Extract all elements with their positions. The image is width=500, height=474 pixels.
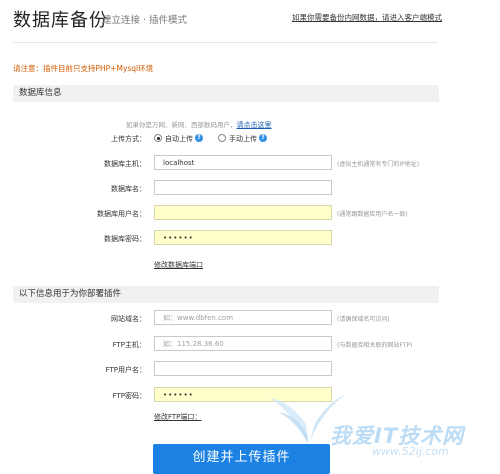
db-user-input[interactable]: [154, 205, 332, 220]
db-name-label: 数据库名：: [111, 185, 146, 193]
auto-upload-label[interactable]: 自动上传: [165, 134, 193, 144]
page-title: 数据库备份: [13, 10, 108, 31]
manual-upload-help-icon[interactable]: ?: [259, 134, 267, 142]
db-password-label: 数据库密码：: [104, 235, 146, 243]
db-user-label: 数据库用户名：: [97, 210, 146, 218]
ftp-host-input[interactable]: [154, 336, 332, 351]
edit-ftp-port-link[interactable]: 修改FTP端口：: [154, 412, 201, 422]
auto-upload-radio[interactable]: [154, 134, 162, 142]
db-hint-link[interactable]: 请点击这里: [237, 121, 272, 129]
db-hint: 如果你是万网、新网、西部数码用户，请点击这里: [126, 112, 272, 131]
ftp-user-label: FTP用户名：: [105, 366, 146, 374]
upload-mode-label: 上传方式：: [111, 135, 146, 143]
site-domain-input[interactable]: [154, 310, 332, 325]
manual-upload-radio[interactable]: [218, 134, 226, 142]
upload-mode-group: 自动上传 ? 手动上传 ?: [154, 134, 354, 144]
site-domain-label: 网站域名：: [111, 315, 146, 323]
page-subtitle: 建立连接 · 插件模式: [102, 15, 188, 26]
ftp-user-input[interactable]: [154, 361, 332, 376]
watermark-url: www.52ij.com: [372, 445, 449, 458]
db-host-label: 数据库主机：: [104, 160, 146, 168]
db-password-input[interactable]: [154, 230, 332, 245]
ftp-host-label: FTP主机：: [112, 341, 146, 349]
header-divider: [13, 42, 438, 43]
db-host-note: (虚拟主机通常有专门的IP地址): [337, 161, 420, 168]
manual-upload-label[interactable]: 手动上传: [229, 134, 257, 144]
environment-notice: 请注意：插件目前只支持PHP+Mysql环境: [13, 64, 154, 73]
auto-upload-help-icon[interactable]: ?: [195, 134, 203, 142]
db-hint-text: 如果你是万网、新网、西部数码用户，: [126, 121, 237, 129]
db-section-header: 数据库信息: [13, 85, 439, 102]
client-mode-link[interactable]: 如果你需要备份内网数据，请进入客户端模式: [292, 12, 442, 23]
edit-db-port-link[interactable]: 修改数据库端口: [154, 260, 203, 270]
db-host-input[interactable]: [154, 155, 332, 170]
ftp-password-label: FTP密码：: [112, 392, 146, 400]
site-domain-note: (请确保域名可访问): [337, 316, 390, 323]
db-user-note: (通常跟数据库用户名一致): [337, 211, 408, 218]
deploy-section-header: 以下信息用于为你部署插件: [13, 286, 439, 303]
ftp-host-note: (与数据库相关联的网站FTP): [337, 342, 413, 349]
db-name-input[interactable]: [154, 180, 332, 195]
